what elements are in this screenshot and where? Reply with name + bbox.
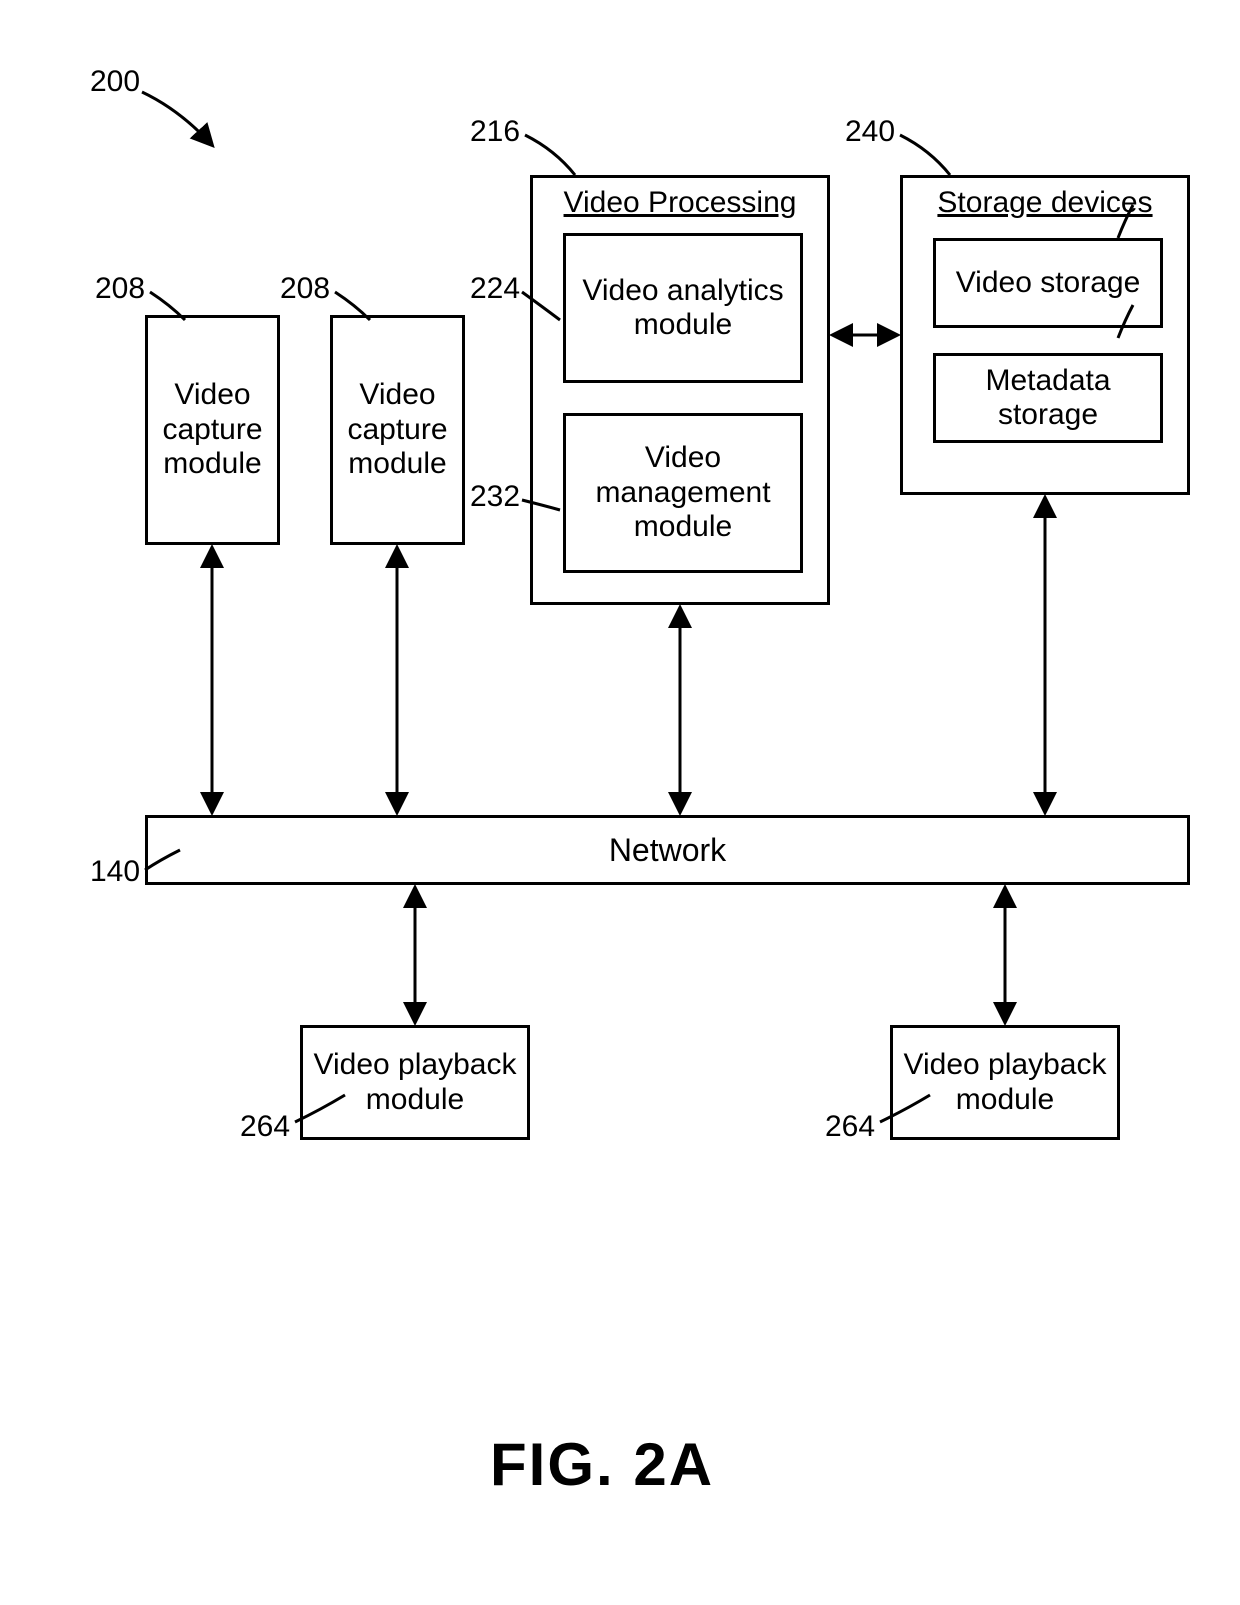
leader-140 bbox=[145, 850, 180, 870]
leader-216 bbox=[525, 135, 575, 175]
leader-248 bbox=[1118, 205, 1133, 238]
leader-208a bbox=[150, 292, 185, 320]
leader-256 bbox=[1118, 305, 1133, 338]
leader-264a bbox=[295, 1095, 345, 1122]
leader-208b bbox=[335, 292, 370, 320]
diagram-stage: 200 208 208 216 224 232 240 248 256 140 … bbox=[0, 0, 1240, 1605]
leader-224 bbox=[522, 292, 560, 320]
leader-200 bbox=[142, 92, 212, 145]
leader-240 bbox=[900, 135, 950, 175]
connectors bbox=[0, 0, 1240, 1605]
leader-264b bbox=[880, 1095, 930, 1122]
leader-232 bbox=[522, 500, 560, 510]
